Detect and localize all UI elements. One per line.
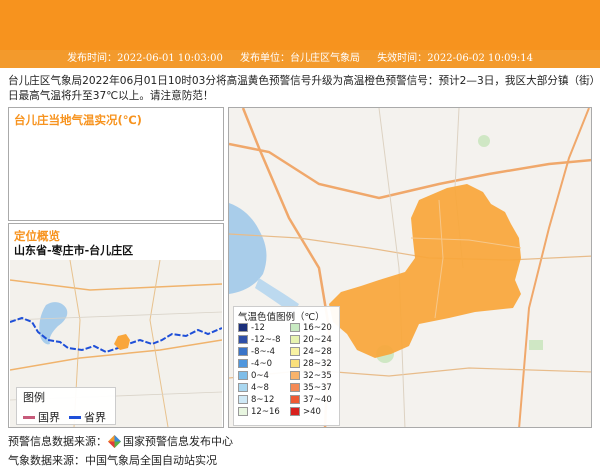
warning-source-label: 预警信息数据来源： [8, 435, 107, 448]
expire-time: 失效时间：2022-06-02 10:09:14 [377, 53, 533, 64]
temperature-color-legend: 气温色值图例（℃） -12 -12~-8 -8~-4 -4~0 0~4 4~8 … [233, 306, 340, 426]
legend-item: 37~40 [290, 394, 332, 405]
publisher: 发布单位：台儿庄区气象局 [240, 53, 360, 64]
warning-area-map[interactable]: 气温色值图例（℃） -12 -12~-8 -8~-4 -4~0 0~4 4~8 … [228, 107, 592, 428]
legend-item: 20~24 [290, 334, 332, 345]
legend-item: 32~35 [290, 370, 332, 381]
legend-item: 28~32 [290, 358, 332, 369]
temperature-panel-title: 台儿庄当地气温实况(℃) [14, 113, 142, 127]
legend-item: -4~0 [238, 358, 272, 369]
weather-source: 中国气象局全国自动站实况 [85, 454, 217, 467]
mini-legend-title: 图例 [23, 391, 45, 404]
legend-province-border: 省界 [69, 409, 106, 425]
location-panel: 定位概览 山东省-枣庄市-台儿庄区 图例 国界 省界 [8, 223, 224, 428]
legend-item: -8~-4 [238, 346, 275, 357]
temperature-panel: 台儿庄当地气温实况(℃) [8, 107, 224, 221]
warning-source-link[interactable]: 国家预警信息发布中心 [123, 433, 233, 449]
location-region: 山东省-枣庄市-台儿庄区 [14, 244, 134, 257]
legend-item: 12~16 [238, 406, 280, 417]
legend-item: 8~12 [238, 394, 274, 405]
legend-item: -12~-8 [238, 334, 280, 345]
legend-title: 气温色值图例（℃） [238, 312, 325, 323]
location-overview-map[interactable]: 图例 国界 省界 [9, 259, 223, 428]
national-border-line-icon [23, 415, 35, 419]
warning-meta-bar: 发布时间：2022-06-01 10:03:00 发布单位：台儿庄区气象局 失效… [0, 50, 600, 68]
legend-item: 16~20 [290, 322, 332, 333]
legend-item: 35~37 [290, 382, 332, 393]
legend-item: 24~28 [290, 346, 332, 357]
legend-national-border: 国界 [23, 409, 60, 425]
legend-item: >40 [290, 406, 321, 417]
legend-item: 4~8 [238, 382, 269, 393]
legend-item: 0~4 [238, 370, 269, 381]
mini-map-legend: 图例 国界 省界 [16, 387, 116, 425]
legend-item: -12 [238, 322, 265, 333]
early-warning-center-logo-icon [108, 434, 121, 448]
province-border-line-icon [69, 415, 81, 419]
warning-source-line: 预警信息数据来源： 国家预警信息发布中心 [8, 433, 233, 449]
issue-time: 发布时间：2022-06-01 10:03:00 [67, 53, 223, 64]
weather-source-label: 气象数据来源： [8, 454, 85, 467]
weather-source-line: 气象数据来源： 中国气象局全国自动站实况 [8, 452, 217, 468]
warning-description: 台儿庄区气象局2022年06月01日10时03分将高温黄色预警信号升级为高温橙色… [8, 75, 595, 102]
